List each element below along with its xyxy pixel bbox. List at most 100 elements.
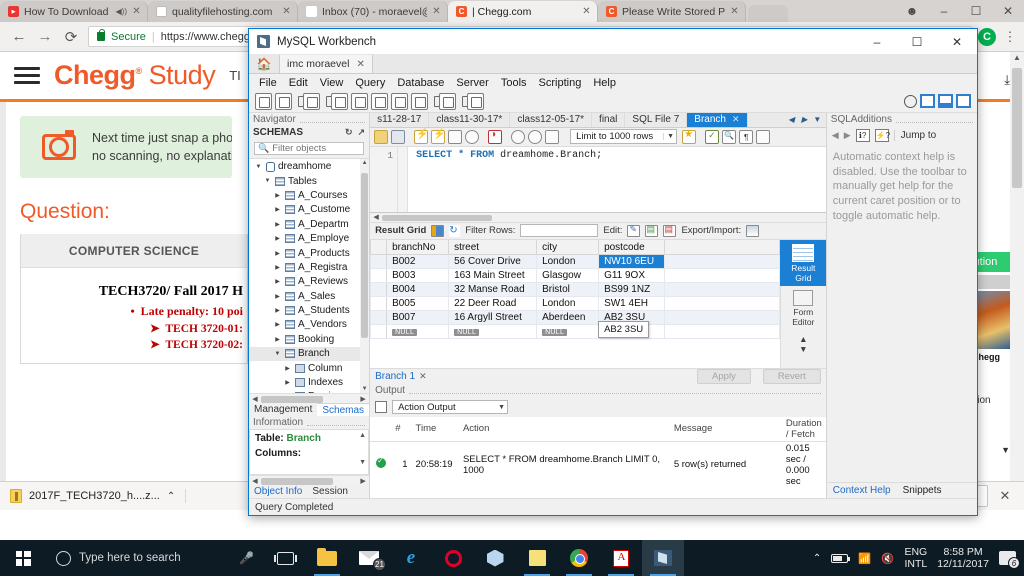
cell-branchno[interactable]: B005 — [386, 296, 450, 312]
new-sql-tab-icon[interactable] — [255, 92, 272, 110]
chrome-menu-icon[interactable]: ⋮ — [1002, 29, 1018, 45]
column-header-street[interactable]: street — [448, 239, 538, 256]
rollback-icon[interactable] — [528, 129, 543, 144]
cell-city[interactable]: Aberdeen — [536, 310, 600, 326]
output-row[interactable]: 1 20:58:19 SELECT * FROM dreamhome.Branc… — [370, 441, 826, 488]
forward-icon[interactable]: → — [32, 28, 58, 45]
menu-help[interactable]: Help — [587, 77, 622, 89]
workbench-titlebar[interactable]: MySQL Workbench – ☐ ✕ — [249, 29, 977, 55]
chrome-button[interactable] — [558, 540, 600, 576]
close-button[interactable]: ✕ — [992, 0, 1024, 22]
hamburger-menu-icon[interactable] — [14, 67, 40, 84]
info-hscroll-thumb[interactable] — [261, 477, 333, 485]
expand-icon[interactable]: ▼ — [254, 164, 263, 170]
cell-street[interactable]: 32 Manse Road — [448, 282, 538, 298]
cell-city[interactable]: Glasgow — [536, 268, 600, 284]
manual-help-icon[interactable]: ℹ? — [855, 128, 870, 142]
browser-tab-youtube[interactable]: How To Download & ◀)) ✕ — [0, 1, 148, 22]
delete-row-icon[interactable] — [663, 224, 677, 237]
workbench-taskbar-button[interactable] — [642, 540, 684, 576]
cell-city[interactable]: London — [536, 254, 600, 270]
result-grid[interactable]: branchNo street city postcode B002 56 Co… — [370, 239, 780, 368]
tree-node-branch[interactable]: ▼ Branch — [249, 346, 370, 361]
cell-city[interactable]: London — [536, 296, 600, 312]
column-header-branchno[interactable]: branchNo — [386, 239, 450, 256]
editor-tab-s11-28-17[interactable]: s11-28-17 — [370, 112, 430, 127]
collapse-icon[interactable]: ▶ — [273, 235, 282, 242]
scroll-up-icon[interactable]: ▲ — [360, 160, 369, 166]
scroll-down-icon[interactable]: ▼ — [360, 386, 369, 392]
file-explorer-button[interactable] — [306, 540, 348, 576]
search-input[interactable]: Type here to search 🎤 — [46, 540, 264, 576]
tree-node-a-sales[interactable]: ▶ A_Sales — [249, 289, 369, 303]
editor-tab-class12-05-17[interactable]: class12-05-17* — [510, 112, 593, 127]
table-row[interactable]: B005 22 Deer Road London SW1 4EH — [370, 296, 780, 312]
new-tab-button[interactable] — [748, 5, 788, 22]
collapse-icon[interactable]: ▶ — [283, 379, 292, 386]
cell-street[interactable]: 22 Deer Road — [448, 296, 538, 312]
scroll-left-icon[interactable]: ◀ — [249, 476, 261, 487]
home-icon[interactable]: 🏠 — [249, 55, 279, 73]
revert-button[interactable]: Revert — [762, 368, 821, 384]
help-icon[interactable] — [904, 94, 917, 108]
tree-hscroll-thumb[interactable] — [261, 395, 323, 403]
table-row-new[interactable]: NULL NULL NULL NULL — [370, 324, 780, 340]
browser-tab-qualityfilehosting[interactable]: qualityfilehosting.com ✕ — [148, 1, 298, 22]
editor-tab-branch[interactable]: Branch ✕ — [687, 112, 748, 127]
tab-close-icon[interactable]: ✕ — [132, 6, 141, 17]
scroll-thumb[interactable] — [1012, 68, 1022, 188]
scroll-left-icon[interactable]: ◀ — [249, 394, 261, 405]
collapse-icon[interactable]: ▶ — [273, 264, 282, 271]
scroll-right-icon[interactable]: ▶ — [357, 476, 369, 487]
toggle-grid-columns-icon[interactable] — [431, 224, 445, 237]
open-sql-script-icon[interactable] — [275, 92, 292, 110]
menu-query[interactable]: Query — [349, 77, 391, 89]
editor-tab-close-icon[interactable]: ✕ — [732, 114, 740, 125]
cell-street[interactable]: 163 Main Street — [448, 268, 538, 284]
row-selector[interactable] — [370, 296, 388, 312]
layout-secondary-sidebar-icon[interactable] — [956, 94, 971, 109]
layout-sidebar-icon[interactable] — [920, 94, 935, 109]
browser-tab-inbox[interactable]: M Inbox (70) - moraevel@ ✕ — [298, 1, 448, 22]
tree-node-a-products[interactable]: ▶ A_Products — [249, 246, 369, 260]
tree-horizontal-scrollbar[interactable]: ◀ ▶ — [249, 392, 370, 405]
maximize-button[interactable]: ☐ — [960, 0, 992, 22]
sql-editor-hscrollbar[interactable]: ◀ — [370, 212, 826, 223]
editor-tab-final[interactable]: final — [592, 112, 626, 127]
new-view-icon[interactable] — [371, 92, 388, 110]
editor-tab-sql-file-7[interactable]: SQL File 7 — [625, 112, 688, 127]
toggle-stop-on-error-icon[interactable] — [488, 129, 503, 144]
result-tab-label[interactable]: Branch 1 — [375, 371, 415, 382]
show-hidden-icons-icon[interactable]: ⌃ — [813, 553, 821, 564]
menu-edit[interactable]: Edit — [283, 77, 314, 89]
save-snippet-icon[interactable] — [682, 129, 697, 144]
profile-icon[interactable]: ☻ — [896, 0, 928, 22]
execute-current-statement-icon[interactable] — [431, 129, 446, 144]
chevron-down-icon[interactable]: ▼ — [663, 133, 674, 141]
row-limit-select[interactable]: Limit to 1000 rows ▼ — [570, 129, 678, 145]
search-objects-icon[interactable] — [439, 92, 456, 110]
new-schema-icon[interactable] — [331, 92, 348, 110]
export-recordset-icon[interactable] — [746, 224, 760, 237]
store-button[interactable] — [474, 540, 516, 576]
browser-tab-stored-proc[interactable]: C Please Write Stored Proc ✕ — [598, 1, 746, 22]
breakpoint-gutter[interactable] — [398, 146, 409, 212]
connection-tab-close-icon[interactable]: ✕ — [356, 59, 364, 70]
opera-button[interactable] — [432, 540, 474, 576]
collapse-icon[interactable]: ▶ — [273, 192, 282, 199]
tree-node-dreamhome[interactable]: ▼ dreamhome — [249, 159, 369, 173]
beautify-sql-icon[interactable] — [705, 129, 720, 144]
tab-schemas[interactable]: Schemas — [317, 402, 370, 417]
menu-file[interactable]: File — [253, 77, 283, 89]
acrobat-button[interactable] — [600, 540, 642, 576]
collapse-icon[interactable]: ▶ — [273, 250, 282, 257]
sql-hscroll-thumb[interactable] — [382, 214, 493, 221]
menu-view[interactable]: View — [314, 77, 350, 89]
scroll-down-icon[interactable]: ▼ — [358, 459, 367, 466]
collapse-icon[interactable]: ▶ — [273, 336, 282, 343]
close-downloads-bar-icon[interactable]: ✕ — [996, 488, 1014, 504]
filter-objects-input[interactable] — [272, 143, 364, 155]
cell-postcode-selected[interactable]: NW10 6EU — [598, 254, 666, 270]
tree-node-columns[interactable]: ▶ Column — [249, 361, 369, 375]
cell-branchno[interactable]: B007 — [386, 310, 450, 326]
